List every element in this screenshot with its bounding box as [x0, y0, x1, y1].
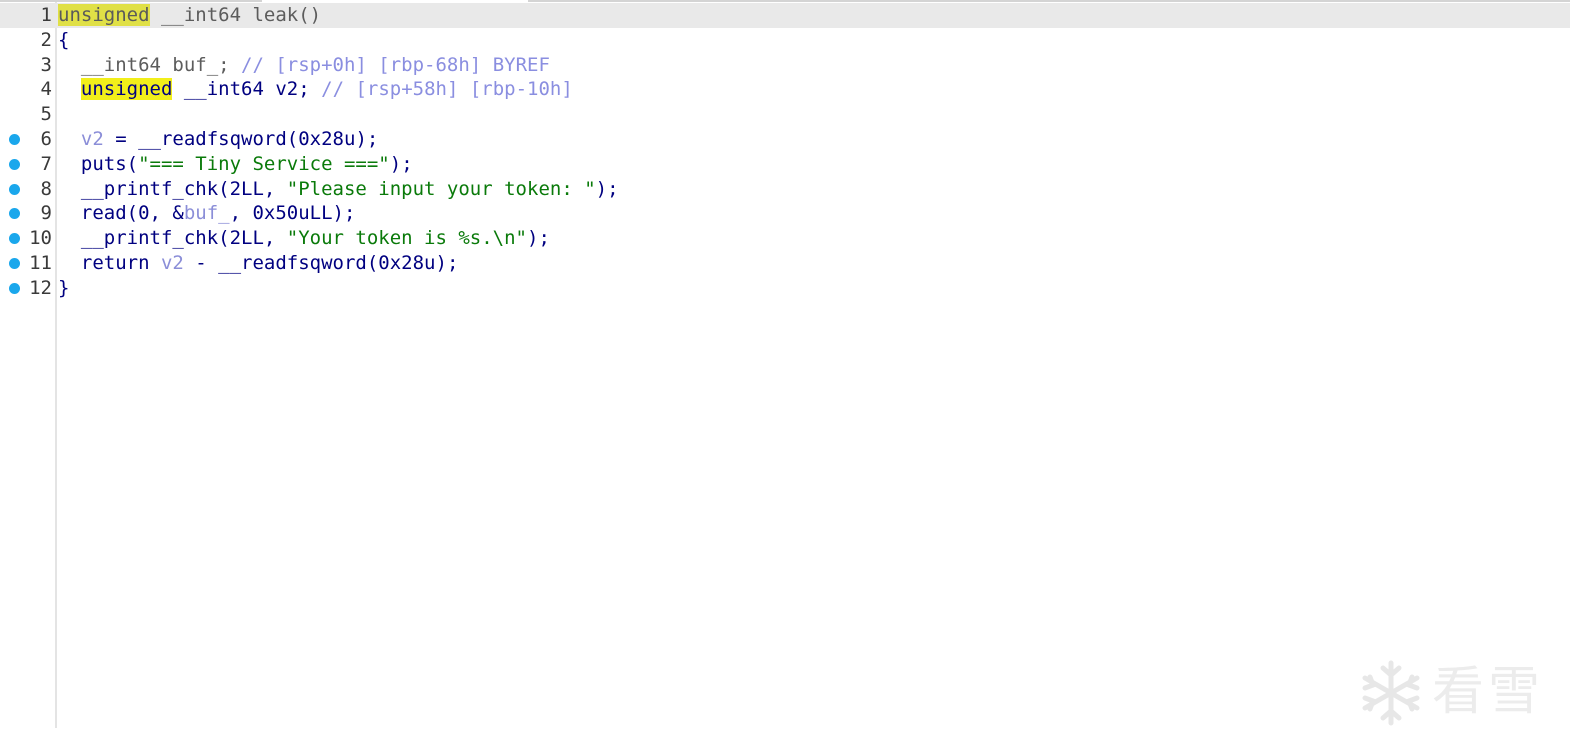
code-token: __printf_chk(2LL,: [58, 227, 287, 250]
line-number: 8: [40, 177, 52, 200]
code-text[interactable]: }: [58, 276, 69, 301]
line-number: 12: [29, 276, 52, 299]
code-line[interactable]: 9 read(0, &buf_, 0x50uLL);: [0, 201, 1570, 226]
code-text[interactable]: __printf_chk(2LL, "Please input your tok…: [58, 177, 619, 202]
code-text[interactable]: unsigned __int64 v2; // [rsp+58h] [rbp-1…: [58, 77, 573, 102]
code-token: read(0, &: [58, 202, 184, 225]
code-line[interactable]: 8 __printf_chk(2LL, "Please input your t…: [0, 177, 1570, 202]
code-token: // [rsp+58h] [rbp-10h]: [321, 78, 573, 101]
code-token: "Your token is %s.\n": [286, 227, 527, 250]
line-number: 2: [40, 28, 52, 51]
code-token: // [rsp+0h] [rbp-68h] BYREF: [241, 53, 550, 76]
watermark-text: 看雪: [1432, 662, 1545, 722]
code-line[interactable]: 10 __printf_chk(2LL, "Your token is %s.\…: [0, 226, 1570, 251]
code-line[interactable]: 4 unsigned __int64 v2; // [rsp+58h] [rbp…: [0, 77, 1570, 102]
line-number: 3: [40, 53, 52, 76]
code-token: __int64 v2;: [172, 78, 322, 101]
breakpoint-dot-icon[interactable]: [9, 282, 20, 294]
code-token: );: [389, 152, 413, 175]
code-line[interactable]: 7 puts("=== Tiny Service ===");: [0, 152, 1570, 177]
code-token: __int64 buf_;: [58, 53, 242, 76]
code-token: puts(: [58, 152, 139, 175]
code-line[interactable]: 2{: [0, 28, 1570, 53]
code-token: v2: [80, 127, 104, 150]
code-token: buf_: [183, 202, 230, 225]
code-text[interactable]: __printf_chk(2LL, "Your token is %s.\n")…: [58, 226, 550, 251]
line-number: 1: [40, 4, 52, 26]
code-token: __int64 leak(): [149, 4, 322, 26]
line-number: 9: [40, 202, 52, 225]
code-line[interactable]: 1 unsigned __int64 leak(): [0, 3, 1570, 28]
breakpoint-dot-icon[interactable]: [9, 158, 20, 170]
code-text[interactable]: {: [58, 28, 69, 53]
code-token: );: [527, 227, 550, 250]
code-line[interactable]: 12}: [0, 276, 1570, 301]
code-text[interactable]: return v2 - __readfsqword(0x28u);: [58, 251, 459, 276]
code-token: );: [595, 177, 619, 200]
line-number: 11: [29, 251, 52, 274]
code-token: __printf_chk(2LL,: [58, 177, 287, 200]
code-token: - __readfsqword(0x28u);: [183, 251, 459, 274]
code-text[interactable]: read(0, &buf_, 0x50uLL);: [58, 201, 356, 226]
snowflake-icon: [1362, 660, 1420, 726]
line-number: 10: [29, 227, 52, 250]
line-number: 6: [40, 127, 52, 150]
code-token: , 0x50uLL);: [229, 202, 356, 225]
code-line[interactable]: 11 return v2 - __readfsqword(0x28u);: [0, 251, 1570, 276]
line-number: 5: [40, 103, 52, 126]
code-token: v2: [160, 251, 184, 274]
breakpoint-dot-icon[interactable]: [9, 133, 20, 145]
line-number: 7: [40, 152, 52, 175]
code-token: }: [58, 276, 70, 299]
code-line[interactable]: 5: [0, 102, 1570, 127]
breakpoint-dot-icon[interactable]: [9, 257, 20, 269]
code-text[interactable]: __int64 buf_; // [rsp+0h] [rbp-68h] BYRE…: [58, 53, 550, 78]
breakpoint-dot-icon[interactable]: [9, 233, 20, 245]
code-text[interactable]: puts("=== Tiny Service ===");: [58, 152, 413, 177]
tab-strip-right: [528, 0, 1570, 2]
line-number: 4: [40, 78, 52, 101]
code-text[interactable]: unsigned __int64 leak(): [58, 3, 321, 28]
code-token: {: [58, 28, 70, 51]
code-token: return: [58, 251, 161, 274]
pseudocode-view[interactable]: 1 unsigned __int64 leak() 2{3 __int64 buf_…: [0, 3, 1570, 301]
breakpoint-dot-icon[interactable]: [9, 208, 20, 220]
kanxue-watermark: 看雪: [1356, 656, 1552, 728]
code-token: = __readfsqword(0x28u);: [103, 127, 379, 150]
code-line[interactable]: 6 v2 = __readfsqword(0x28u);: [0, 127, 1570, 152]
code-token: "Please input your token: ": [286, 177, 596, 200]
breakpoint-dot-icon[interactable]: [9, 183, 20, 195]
tab-strip-left: [0, 0, 262, 2]
code-token: "=== Tiny Service ===": [138, 152, 390, 175]
code-token: unsigned: [58, 4, 150, 26]
code-line[interactable]: 3 __int64 buf_; // [rsp+0h] [rbp-68h] BY…: [0, 53, 1570, 78]
code-token: unsigned: [80, 78, 173, 101]
code-text[interactable]: v2 = __readfsqword(0x28u);: [58, 127, 378, 152]
